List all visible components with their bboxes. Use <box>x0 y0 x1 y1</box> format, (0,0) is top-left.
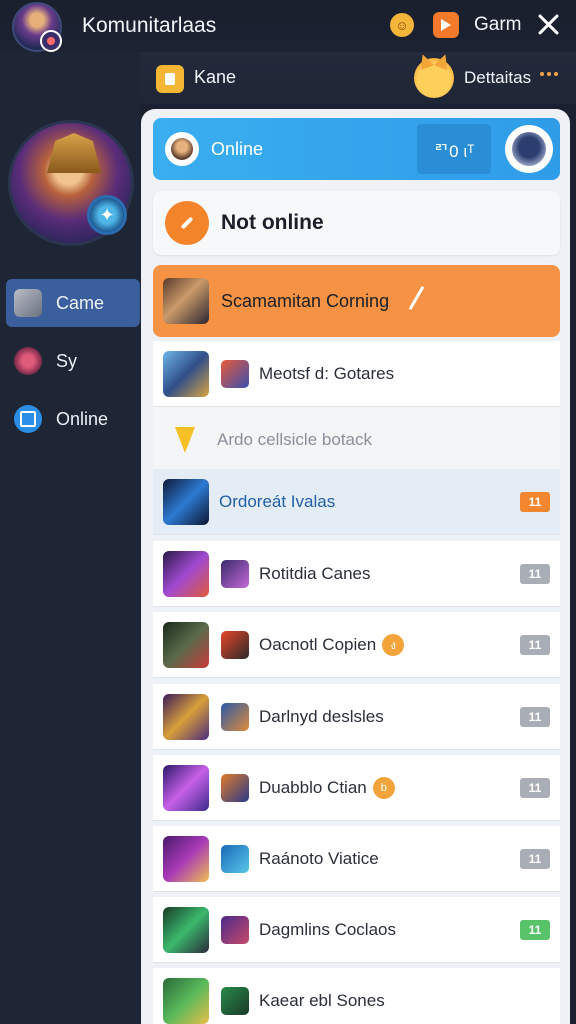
game-thumb-icon <box>163 693 209 740</box>
game-badge-icon <box>221 630 249 659</box>
count-badge: 11 <box>520 492 550 512</box>
count-badge: 11 <box>520 778 550 798</box>
game-badge-icon <box>221 359 249 388</box>
coin-icon: ง <box>382 633 405 656</box>
list-hint: Ardo cellsicle botack <box>153 407 560 473</box>
more-dots-icon[interactable] <box>540 72 558 76</box>
ninja-avatar[interactable] <box>505 125 553 173</box>
coin-icon: b <box>372 776 395 799</box>
game-thumb-icon <box>163 550 209 597</box>
list-item-label: Meotsf d: Gotares <box>259 363 395 383</box>
sidebar-item-label: Came <box>56 292 105 313</box>
offline-icon <box>165 201 209 245</box>
list-item-label: Kaear ebl Sones <box>259 990 385 1010</box>
sidebar-item-game[interactable]: Came <box>6 279 140 327</box>
list-hint-label: Ardo cellsicle botack <box>217 430 372 449</box>
list-item-label: Dagmlins Coclaos <box>259 919 396 939</box>
list-item-label: Darlnyd deslsles <box>259 706 384 726</box>
sword-icon <box>14 347 42 375</box>
game-label[interactable]: Garm <box>474 14 522 36</box>
cat-mascot-icon[interactable] <box>414 58 454 98</box>
online-avatar <box>165 132 199 166</box>
app-title: Komunitarlaas <box>82 14 217 37</box>
game-badge-icon <box>221 773 249 802</box>
orange-tag-icon[interactable] <box>433 12 459 38</box>
game-thumb-icon <box>163 350 209 397</box>
profile-avatar[interactable] <box>12 2 62 52</box>
game-thumb-icon <box>163 906 209 953</box>
list-item-label: Ordoreát Ivalas <box>219 491 336 511</box>
coming-card[interactable]: Scamamitan Corning <box>153 265 560 337</box>
hero-avatar[interactable]: ✦ <box>8 120 134 246</box>
shield-icon <box>175 427 195 453</box>
count-badge: 11 <box>520 849 550 869</box>
game-badge-icon <box>221 844 249 873</box>
sidebar-item-label: Sy <box>56 350 78 371</box>
list-item-label: Rotitdia Canes <box>259 563 371 583</box>
kane-label[interactable]: Kane <box>194 67 236 88</box>
count-badge: 11 <box>520 707 550 727</box>
list-item[interactable]: Duabblo Ctian b 11 <box>153 755 560 821</box>
list-item[interactable]: Oacnotl Copien ง 11 <box>153 612 560 678</box>
sidebar-item-sy[interactable]: Sy <box>6 337 140 385</box>
game-thumb-icon <box>163 621 209 668</box>
sub-header: Kane Dettaitas <box>140 52 576 104</box>
count-badge: 11 <box>520 920 550 940</box>
not-online-card[interactable]: Not online <box>153 191 560 255</box>
list-item[interactable]: Darlnyd deslsles 11 <box>153 684 560 750</box>
details-label[interactable]: Dettaitas <box>464 68 531 88</box>
list-item[interactable]: Ordoreát Ivalas 11 <box>153 469 560 535</box>
player-portrait-icon <box>163 278 209 324</box>
close-icon[interactable] <box>536 12 560 36</box>
list-item[interactable]: Dagmlins Coclaos 11 <box>153 897 560 963</box>
game-thumb-icon <box>163 835 209 882</box>
sidebar: ✦ Came Sy Online <box>0 52 140 1024</box>
list-item[interactable]: Kaear ebl Sones <box>153 968 560 1024</box>
avatar-status-badge <box>40 30 62 52</box>
not-online-label: Not online <box>221 211 324 234</box>
game-badge-icon <box>221 986 249 1015</box>
list-item[interactable]: Raánoto Viatice 11 <box>153 826 560 892</box>
game-badge-icon <box>221 702 249 731</box>
sidebar-item-label: Online <box>56 408 109 429</box>
count-badge: 11 <box>520 564 550 584</box>
game-badge-icon <box>221 559 249 588</box>
online-label: Online <box>211 138 264 159</box>
online-icon <box>14 405 42 433</box>
list-item-label: Oacnotl Copien <box>259 634 377 654</box>
sidebar-item-online[interactable]: Online <box>6 395 140 443</box>
game-thumb-icon <box>163 764 209 811</box>
coming-label: Scamamitan Corning <box>221 290 390 311</box>
helmet-graphic <box>47 133 101 173</box>
online-card[interactable]: Online ꥤ0 ιᵀ <box>153 118 560 180</box>
list-item-label: Duabblo Ctian <box>259 777 367 797</box>
edit-pen-icon[interactable] <box>408 285 425 311</box>
list-item[interactable]: Rotitdia Canes 11 <box>153 541 560 607</box>
count-badge: 11 <box>520 635 550 655</box>
code-button[interactable]: ꥤ0 ιᵀ <box>417 124 491 174</box>
game-thumb-icon <box>163 478 209 525</box>
list-item-label: Raánoto Viatice <box>259 848 379 868</box>
kane-icon[interactable] <box>156 65 184 93</box>
hero-emblem-icon: ✦ <box>87 195 127 235</box>
game-thumb-icon <box>163 977 209 1024</box>
emoji-icon[interactable]: ☺ <box>390 13 414 37</box>
top-bar: Komunitarlaas ☺ Garm <box>0 0 576 52</box>
list-item[interactable]: Meotsf d: Gotares <box>153 341 560 407</box>
friends-panel: Online ꥤ0 ιᵀ Not online Scamamitan Corni… <box>141 109 570 1024</box>
game-badge-icon <box>221 915 249 944</box>
game-icon <box>14 289 42 317</box>
